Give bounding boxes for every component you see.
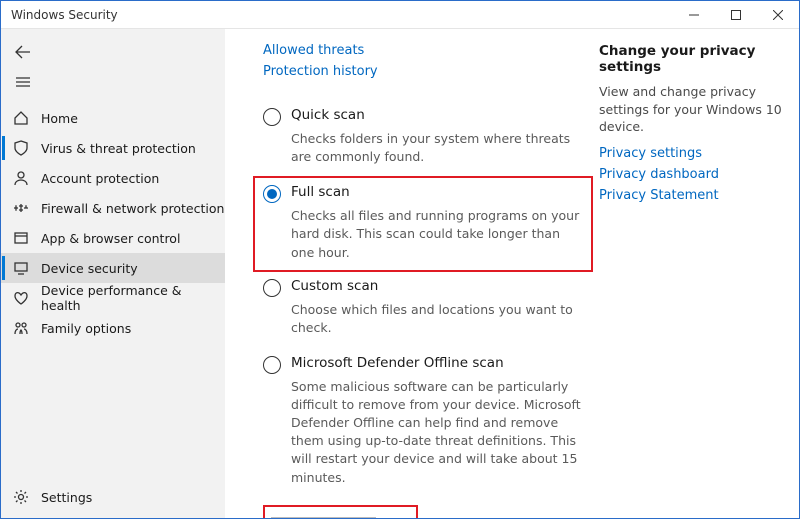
radio-description: Choose which files and locations you wan… [291,301,583,337]
sidebar-item-label: Family options [41,321,131,336]
radio-icon [263,108,281,126]
radio-description: Checks all files and running programs on… [291,207,583,261]
link-protection-history[interactable]: Protection history [263,64,583,79]
device-icon [13,260,29,276]
sidebar-item-family[interactable]: Family options [1,313,225,343]
sidebar-item-performance[interactable]: Device performance & health [1,283,225,313]
radio-label: Quick scan [291,107,365,123]
radio-description: Some malicious software can be particula… [291,378,583,487]
right-panel: Change your privacy settings View and ch… [599,43,789,518]
home-icon [13,110,29,126]
titlebar: Windows Security [1,1,799,29]
close-button[interactable] [757,1,799,29]
radio-defender-offline[interactable]: Microsoft Defender Offline scan [263,355,583,374]
link-privacy-statement[interactable]: Privacy Statement [599,188,789,203]
sidebar-item-label: Device performance & health [41,283,225,313]
sidebar-item-label: Device security [41,261,138,276]
sidebar-item-account[interactable]: Account protection [1,163,225,193]
sidebar-item-app-browser[interactable]: App & browser control [1,223,225,253]
shield-icon [13,140,29,156]
sidebar-item-label: Home [41,111,78,126]
maximize-button[interactable] [715,1,757,29]
highlight-scan-button: Scan now [263,505,418,518]
sidebar-item-settings[interactable]: Settings [1,482,225,512]
radio-full-scan[interactable]: Full scan [263,184,583,203]
highlight-full-scan: Full scan Checks all files and running p… [253,176,593,271]
app-icon [13,230,29,246]
privacy-heading: Change your privacy settings [599,43,789,75]
minimize-button[interactable] [673,1,715,29]
radio-quick-scan[interactable]: Quick scan [263,107,583,126]
hamburger-menu[interactable] [1,67,225,97]
radio-label: Custom scan [291,278,378,294]
main-content: Allowed threats Protection history Quick… [263,43,583,518]
sidebar-item-label: Virus & threat protection [41,141,196,156]
sidebar-item-label: Account protection [41,171,159,186]
window-title: Windows Security [11,8,118,22]
sidebar-item-virus-threat[interactable]: Virus & threat protection [1,133,225,163]
sidebar-item-home[interactable]: Home [1,103,225,133]
link-allowed-threats[interactable]: Allowed threats [263,43,583,58]
privacy-description: View and change privacy settings for you… [599,83,789,136]
radio-icon [263,185,281,203]
gear-icon [13,489,29,505]
heart-icon [13,290,29,306]
back-button[interactable] [1,37,225,67]
sidebar-item-firewall[interactable]: Firewall & network protection [1,193,225,223]
radio-label: Full scan [291,184,350,200]
link-privacy-dashboard[interactable]: Privacy dashboard [599,167,789,182]
sidebar: Home Virus & threat protection Account p… [1,29,225,518]
sidebar-item-label: Firewall & network protection [41,201,224,216]
radio-description: Checks folders in your system where thre… [291,130,583,166]
sidebar-item-label: App & browser control [41,231,180,246]
family-icon [13,320,29,336]
network-icon [13,200,29,216]
link-privacy-settings[interactable]: Privacy settings [599,146,789,161]
radio-icon [263,279,281,297]
radio-custom-scan[interactable]: Custom scan [263,278,583,297]
person-icon [13,170,29,186]
scan-now-button[interactable]: Scan now [271,517,376,518]
radio-label: Microsoft Defender Offline scan [291,355,504,371]
sidebar-item-device-security[interactable]: Device security [1,253,225,283]
sidebar-item-label: Settings [41,490,92,505]
radio-icon [263,356,281,374]
